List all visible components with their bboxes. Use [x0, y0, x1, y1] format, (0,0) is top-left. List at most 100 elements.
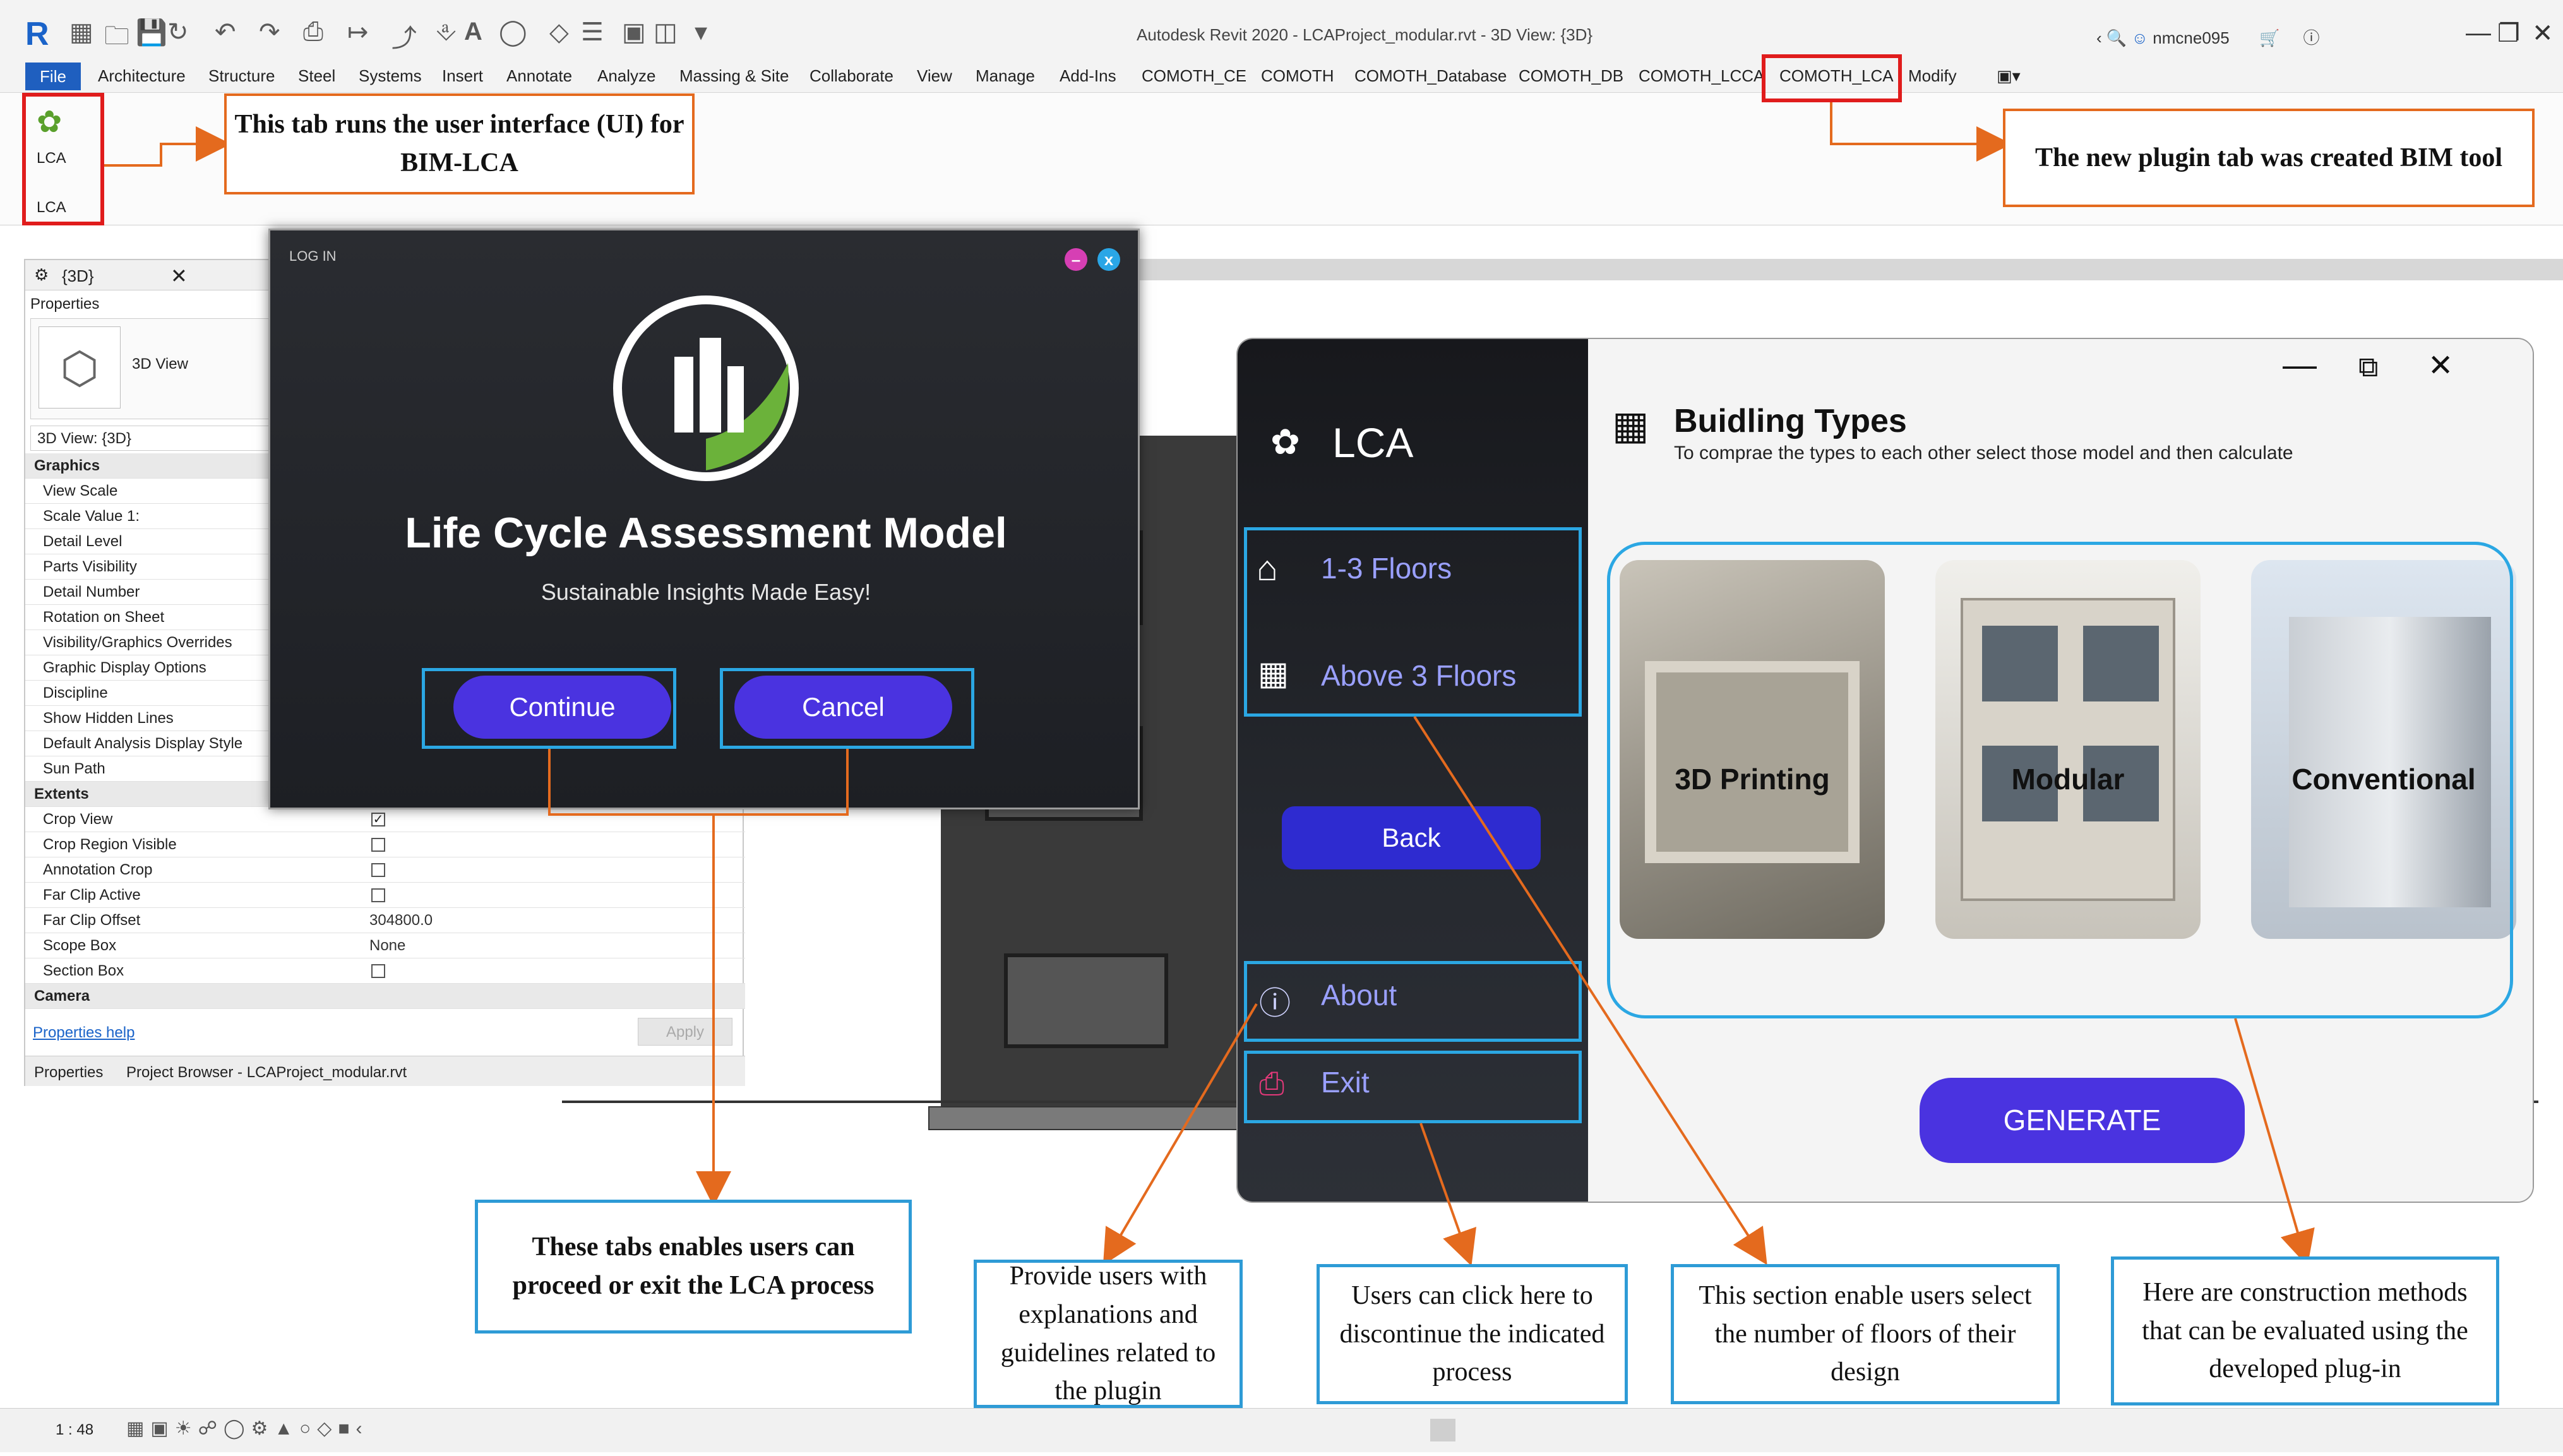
- text-icon[interactable]: A: [464, 18, 482, 46]
- save-icon[interactable]: 💾: [136, 18, 167, 47]
- 3d-view-icon[interactable]: ◯: [499, 18, 527, 47]
- property-label: Graphic Display Options: [43, 659, 206, 676]
- apply-button[interactable]: Apply: [638, 1018, 732, 1046]
- property-checkbox[interactable]: [371, 863, 385, 877]
- tab-modify[interactable]: Modify: [1908, 66, 1957, 86]
- cancel-highlight: [720, 668, 974, 749]
- tab-collaborate[interactable]: Collaborate: [810, 66, 893, 86]
- property-row[interactable]: Crop View ✓: [25, 807, 745, 832]
- property-label: Graphics: [34, 457, 100, 474]
- property-row[interactable]: Crop Region Visible: [25, 832, 745, 857]
- back-button[interactable]: Back: [1282, 806, 1541, 869]
- properties-help-link[interactable]: Properties help: [33, 1024, 134, 1042]
- ribbon-options-icon[interactable]: ▣▾: [1997, 66, 2021, 86]
- qat-dropdown-icon[interactable]: ▾: [695, 18, 707, 47]
- properties-tab-title[interactable]: {3D}: [62, 266, 94, 286]
- property-value[interactable]: 304800.0: [369, 908, 433, 933]
- tab-project-browser[interactable]: Project Browser - LCAProject_modular.rvt: [126, 1064, 407, 1082]
- tab-comoth[interactable]: COMOTH: [1261, 66, 1334, 86]
- home-icon[interactable]: ▦: [69, 18, 93, 47]
- user-name[interactable]: nmcne095: [2153, 28, 2229, 47]
- lca-minimize-icon[interactable]: —: [2283, 345, 2317, 385]
- tab-structure[interactable]: Structure: [208, 66, 275, 86]
- property-group[interactable]: Camera: [25, 984, 745, 1009]
- generate-button[interactable]: GENERATE: [1920, 1078, 2245, 1163]
- property-label: Default Analysis Display Style: [43, 735, 243, 752]
- measure-icon[interactable]: ↦: [347, 18, 369, 47]
- tab-comoth-ce[interactable]: COMOTH_CE: [1142, 66, 1246, 86]
- minimize-icon[interactable]: —: [2466, 19, 2491, 47]
- lca-close-icon[interactable]: ✕: [2428, 348, 2453, 383]
- property-checkbox[interactable]: [371, 964, 385, 978]
- view-control-icons[interactable]: ▦▣☀☍◯⚙▲○◇■‹: [126, 1417, 368, 1440]
- tab-comoth-database[interactable]: COMOTH_Database: [1354, 66, 1507, 86]
- tab-massing-site[interactable]: Massing & Site: [679, 66, 789, 86]
- login-dialog: LOG IN – x Life Cycle Assessment Model S…: [268, 229, 1140, 809]
- property-label: Discipline: [43, 684, 108, 701]
- property-label: Rotation on Sheet: [43, 609, 165, 626]
- lca-subheading: To comprae the types to each other selec…: [1674, 443, 2293, 463]
- callout-methods: Here are construction methods that can b…: [2111, 1256, 2499, 1405]
- cart-icon[interactable]: 🛒: [2259, 28, 2279, 47]
- close-icon[interactable]: ✕: [2532, 19, 2554, 48]
- property-checkbox[interactable]: [371, 838, 385, 852]
- user-icon[interactable]: ☺: [2132, 28, 2149, 47]
- login-close-button[interactable]: x: [1097, 248, 1120, 271]
- tab-file[interactable]: File: [25, 63, 81, 90]
- print-icon[interactable]: ⎙: [303, 18, 323, 46]
- tag-icon[interactable]: ⎀: [436, 18, 456, 46]
- panel-bottom-tabs: Properties Project Browser - LCAProject_…: [25, 1056, 745, 1086]
- property-label: Far Clip Active: [43, 886, 141, 904]
- property-row[interactable]: Section Box: [25, 958, 745, 984]
- tab-comoth-db[interactable]: COMOTH_DB: [1519, 66, 1623, 86]
- tab-properties[interactable]: Properties: [34, 1064, 103, 1082]
- property-value[interactable]: None: [369, 933, 405, 958]
- help-icon[interactable]: ⓘ: [2303, 28, 2320, 47]
- section-icon[interactable]: ◇: [549, 18, 569, 47]
- open-icon[interactable]: 🗀: [104, 18, 129, 61]
- lca-maximize-icon[interactable]: ⧉: [2358, 352, 2378, 383]
- callout-plugin-tab: The new plugin tab was created BIM tool: [2003, 109, 2535, 207]
- property-label: Detail Number: [43, 583, 140, 600]
- ribbon-tabs: File Architecture Structure Steel System…: [0, 60, 2563, 93]
- property-label: Extents: [34, 785, 89, 803]
- tab-insert[interactable]: Insert: [442, 66, 483, 86]
- property-row[interactable]: Far Clip Offset 304800.0: [25, 908, 745, 933]
- tab-annotate[interactable]: Annotate: [506, 66, 572, 86]
- property-row[interactable]: Scope Box None: [25, 933, 745, 958]
- property-row[interactable]: Annotation Crop: [25, 857, 745, 883]
- tab-systems[interactable]: Systems: [359, 66, 422, 86]
- property-checkbox[interactable]: [371, 888, 385, 902]
- thin-lines-icon[interactable]: ☰: [581, 18, 604, 47]
- search-icon[interactable]: ‹ 🔍: [2096, 28, 2127, 47]
- tab-analyze[interactable]: Analyze: [597, 66, 656, 86]
- lca-logo-icon: [613, 295, 799, 481]
- callout-proceed-exit: These tabs enables users can proceed or …: [475, 1200, 912, 1334]
- tab-add-ins[interactable]: Add-Ins: [1060, 66, 1116, 86]
- property-label: Scale Value 1:: [43, 508, 140, 525]
- close-hidden-icon[interactable]: ▣: [622, 18, 646, 47]
- tab-comoth-lcca[interactable]: COMOTH_LCCA: [1639, 66, 1764, 86]
- property-label: Crop View: [43, 811, 113, 828]
- property-checkbox[interactable]: ✓: [371, 813, 385, 826]
- tab-manage[interactable]: Manage: [976, 66, 1035, 86]
- tab-steel[interactable]: Steel: [298, 66, 335, 86]
- login-minimize-button[interactable]: –: [1065, 248, 1087, 271]
- continue-highlight: [422, 668, 676, 749]
- tab-view[interactable]: View: [917, 66, 952, 86]
- properties-close-icon[interactable]: ✕: [170, 264, 188, 288]
- redo-icon[interactable]: ↷: [259, 18, 280, 47]
- property-row[interactable]: Far Clip Active: [25, 883, 745, 908]
- undo-icon[interactable]: ↶: [215, 18, 236, 47]
- revit-logo-icon[interactable]: R: [25, 15, 49, 53]
- tab-architecture[interactable]: Architecture: [98, 66, 186, 86]
- horizontal-scrollbar[interactable]: [1430, 1419, 1455, 1441]
- property-label: View Scale: [43, 482, 118, 499]
- building-types-icon: ▦: [1612, 404, 1649, 448]
- restore-icon[interactable]: ❐: [2497, 19, 2520, 48]
- type-name: 3D View: [132, 355, 188, 373]
- dimension-icon[interactable]: ⤴: [391, 18, 417, 54]
- sync-icon[interactable]: ↻: [167, 18, 189, 47]
- view-scale[interactable]: 1 : 48: [56, 1421, 93, 1439]
- switch-windows-icon[interactable]: ◫: [654, 18, 678, 47]
